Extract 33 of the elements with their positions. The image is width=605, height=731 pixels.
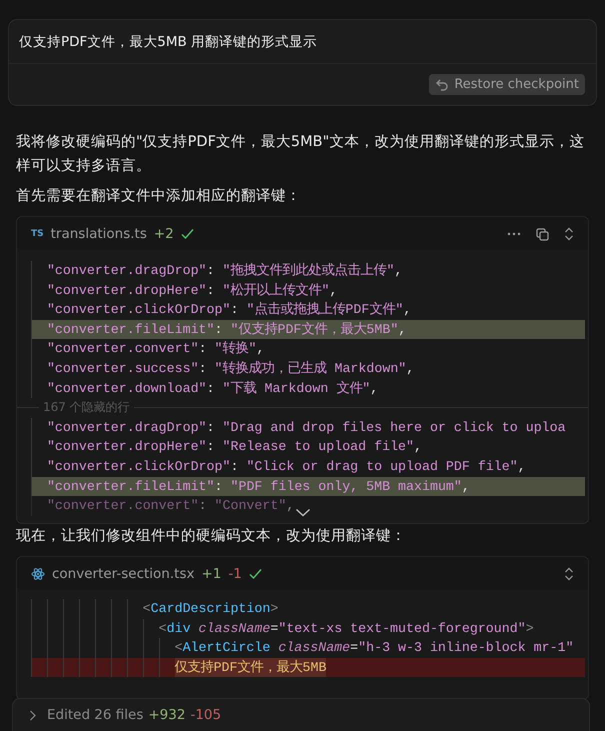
code-line: <div className="text-xs text-muted-foreground"> — [31, 618, 585, 638]
edited-files-bar[interactable]: Edited 26 files +932 -105 — [12, 698, 590, 731]
more-icon[interactable] — [507, 232, 521, 236]
code-line: "converter.dropHere": "松开以上传文件", — [31, 280, 585, 300]
assistant-paragraph: 现在，让我们修改组件中的硬编码文本，改为使用翻译键： — [15, 527, 407, 546]
file-name: translations.ts — [50, 226, 147, 242]
assistant-paragraph: 首先需要在翻译文件中添加相应的翻译键： — [15, 186, 302, 206]
restore-checkpoint-button[interactable]: Restore checkpoint — [429, 74, 585, 95]
code-line: "converter.dragDrop": "Drag and drop files here or click to uploa — [31, 418, 585, 438]
code-line: "converter.convert": "Convert", — [31, 496, 585, 516]
undo-icon — [435, 78, 450, 92]
removed-count: -105 — [190, 707, 222, 723]
copy-icon[interactable] — [536, 228, 549, 240]
expand-collapse-icon[interactable] — [564, 567, 574, 581]
hidden-lines-label[interactable]: 167 个隐藏的行 — [43, 399, 130, 416]
file-name: converter-section.tsx — [52, 566, 194, 582]
typescript-file-icon: TS — [31, 229, 44, 239]
user-message: 仅支持PDF文件，最大5MB 用翻译键的形式显示 — [9, 20, 596, 64]
code-line: "converter.success": "转换成功，已生成 Markdown", — [31, 358, 585, 379]
added-count: +1 — [201, 566, 222, 582]
code-line: "converter.dragDrop": "拖拽文件到此处或点击上传", — [31, 261, 585, 281]
react-atom-icon — [31, 567, 45, 581]
assistant-paragraph: 我将修改硬编码的"仅支持PDF文件，最大5MB"文本，改为使用翻译键的形式显示，这样可以支持多语言。 — [15, 133, 586, 176]
added-count: +932 — [148, 707, 186, 723]
code-line: "converter.convert": "转换", — [31, 339, 585, 359]
added-count: +2 — [154, 226, 174, 242]
removed-count: -1 — [228, 566, 242, 582]
expand-collapse-icon[interactable] — [564, 227, 574, 241]
code-line: <CardDescription> — [31, 599, 585, 619]
code-line: "converter.download": "下载 Markdown 文件", — [31, 378, 585, 398]
chevron-down-icon[interactable] — [294, 508, 310, 517]
edited-files-label: Edited 26 files — [47, 707, 144, 723]
code-line: "converter.dropHere": "Release to upload file", — [31, 437, 585, 457]
